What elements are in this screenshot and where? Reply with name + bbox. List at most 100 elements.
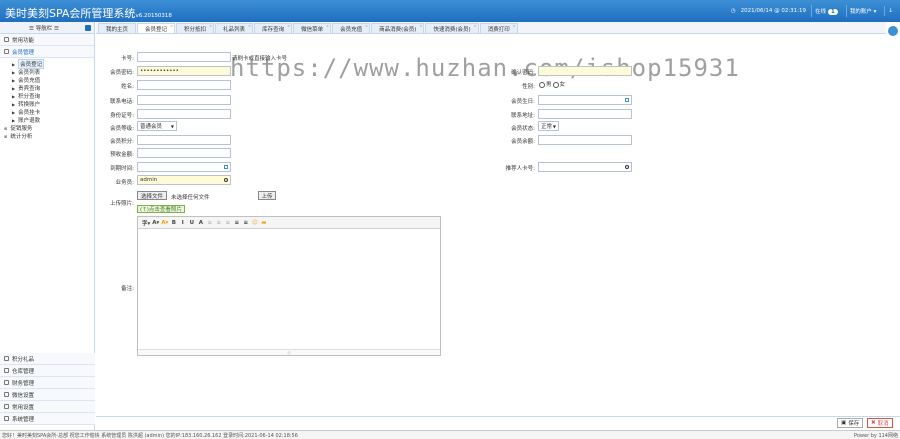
close-icon[interactable]: × [326, 24, 329, 28]
editor-tool-5[interactable]: U [188, 219, 195, 226]
settings-icon[interactable] [888, 26, 898, 36]
editor-tool-8[interactable]: ≡ [215, 219, 222, 226]
editor-tool-2[interactable]: A▾ [161, 219, 168, 226]
sidebar-header: ☰ 导航栏 ☰ [0, 22, 94, 34]
close-icon[interactable]: × [419, 24, 422, 28]
notes-editor[interactable]: 字▾ A▾ A▾ B I U A ≡ ≡ ≡ ≡ ≡ ☺ ▬ ◇ [137, 216, 441, 356]
gender-female-radio[interactable] [552, 81, 559, 88]
arrow-right-icon: ▶ [12, 101, 16, 107]
tab-bar: 我的主页 会员登记 × 积分抵扣 × 礼品列表 × 库存查询 × 微信菜单 × 会员充值 × 商品消费(会… [96, 22, 886, 34]
gender-male-radio[interactable] [539, 81, 545, 88]
clock-icon: ◷ [730, 8, 736, 14]
arrow-right-icon: ▶ [12, 69, 16, 75]
close-icon[interactable]: × [513, 24, 516, 28]
close-icon[interactable]: × [209, 24, 212, 28]
download-icon[interactable]: ↓ [884, 6, 896, 16]
sidebar-item-4[interactable]: ▶ 积分查询 [0, 92, 94, 101]
sidebar-item-2[interactable]: ▶ 会员充值 [0, 76, 94, 85]
sidebar-item-5[interactable]: ▶ 转换账户 [0, 100, 94, 109]
calendar-icon[interactable] [224, 165, 228, 169]
editor-tool-1[interactable]: A▾ [152, 219, 159, 226]
lock-icon[interactable] [84, 24, 91, 31]
phone-input[interactable] [137, 95, 231, 105]
cancel-button[interactable]: ✖ 取消 [867, 418, 893, 428]
editor-tool-10[interactable]: ≡ [233, 219, 240, 226]
editor-tool-13[interactable]: ▬ [260, 219, 267, 226]
save-button[interactable]: ▣ 保存 [837, 418, 864, 428]
points-input[interactable] [137, 135, 231, 145]
tab-5[interactable]: 微信菜单 × [293, 23, 332, 33]
balance-input[interactable] [538, 135, 632, 145]
editor-tool-4[interactable]: I [179, 219, 186, 226]
save-icon: ▣ [841, 420, 847, 426]
deposit-label: 预收金额: [110, 152, 134, 158]
sidebar-item-9[interactable]: ⊞ 统计分析 [0, 132, 94, 141]
card-no-input[interactable] [137, 52, 231, 62]
tab-0[interactable]: 我的主页 [98, 23, 137, 33]
card-no-hint: 请刷卡或直接输入卡号 [232, 56, 288, 62]
name-input[interactable] [137, 80, 231, 90]
close-icon[interactable]: × [248, 24, 251, 28]
deposit-input[interactable] [137, 148, 231, 158]
choose-file-button[interactable]: 选择文件 [137, 191, 167, 200]
tab-3[interactable]: 礼品列表 × [215, 23, 254, 33]
calendar-icon[interactable] [625, 98, 629, 102]
editor-tool-0[interactable]: 字▾ [142, 219, 150, 227]
close-icon[interactable]: × [365, 24, 368, 28]
close-icon[interactable]: × [287, 24, 290, 28]
tab-9[interactable]: 消费打印 × [479, 23, 518, 33]
sidebar-section-common[interactable]: 常用功能 [0, 34, 94, 46]
sidebar-section-4[interactable]: 常用设置 [0, 401, 95, 413]
id-card-input[interactable] [137, 109, 231, 119]
close-icon[interactable]: × [170, 24, 173, 28]
tab-8[interactable]: 快速消费(会员) × [425, 23, 479, 33]
editor-tool-12[interactable]: ☺ [251, 219, 258, 226]
sidebar-section-2[interactable]: 财务管理 [0, 377, 95, 389]
view-photo-tab[interactable]: (↑)点击查看照片 [137, 205, 185, 213]
grid-icon [4, 404, 9, 409]
search-icon[interactable] [224, 178, 228, 182]
online-indicator[interactable]: 在线 1 [811, 5, 841, 17]
sidebar-section-5[interactable]: 系统管理 [0, 413, 95, 425]
sidebar-section-1[interactable]: 仓库管理 [0, 365, 95, 377]
tab-4[interactable]: 库存查询 × [254, 23, 293, 33]
password-confirm-input[interactable] [538, 66, 632, 76]
sidebar-item-8[interactable]: ⊞ 促销服务 [0, 124, 94, 133]
status-select[interactable]: 正常 ▼ [538, 121, 559, 131]
editor-tool-11[interactable]: ≡ [242, 219, 249, 226]
editor-tool-6[interactable]: A [197, 219, 204, 226]
password-confirm-label: 确认密码: [511, 70, 535, 76]
sidebar-item-7[interactable]: ▶ 账户退款 [0, 116, 94, 125]
sidebar-title: ☰ 导航栏 ☰ [29, 25, 59, 32]
referrer-input[interactable] [538, 162, 632, 172]
tab-2[interactable]: 积分抵扣 × [176, 23, 215, 33]
sidebar-section-members[interactable]: 会员管理 [0, 46, 94, 58]
sidebar-item-6[interactable]: ▶ 会员挂卡 [0, 108, 94, 117]
address-input[interactable] [538, 109, 632, 119]
tab-6[interactable]: 会员充值 × [332, 23, 371, 33]
account-menu[interactable]: 我的账户 ▾ [845, 5, 880, 17]
sidebar-item-1[interactable]: ▶ 会员列表 [0, 68, 94, 77]
expire-input[interactable] [137, 162, 231, 172]
sidebar-item-0[interactable]: ▶ 会员登记 [0, 59, 94, 69]
operator-input[interactable]: admin [137, 175, 231, 185]
level-select[interactable]: 普通会员 ▼ [137, 121, 177, 131]
close-icon[interactable]: × [474, 24, 477, 28]
tab-1[interactable]: 会员登记 × [137, 23, 176, 33]
editor-tool-9[interactable]: ≡ [224, 219, 231, 226]
sidebar-section-0[interactable]: 积分礼品 [0, 353, 95, 365]
sidebar-item-label: 转换账户 [18, 102, 41, 108]
editor-tool-3[interactable]: B [170, 219, 177, 226]
upload-button[interactable]: 上传 [258, 191, 276, 200]
sidebar-section-3[interactable]: 微信设置 [0, 389, 95, 401]
password-input[interactable]: •••••••••••• [137, 66, 231, 76]
editor-tool-7[interactable]: ≡ [206, 219, 213, 226]
birthday-input[interactable] [538, 95, 632, 105]
upload-label: 上传照片: [110, 201, 134, 207]
tab-7[interactable]: 商品消费(会员) × [371, 23, 425, 33]
sidebar-item-3[interactable]: ▶ 贵宾查询 [0, 84, 94, 93]
search-icon[interactable] [625, 165, 629, 169]
status-text: 您好！美时美刻SPA会所-总部 祝您工作愉快 系统管理员 陈洪超 (admin)… [2, 432, 298, 439]
arrow-right-icon: ▶ [12, 85, 16, 91]
editor-resize-handle[interactable]: ◇ [138, 349, 440, 355]
